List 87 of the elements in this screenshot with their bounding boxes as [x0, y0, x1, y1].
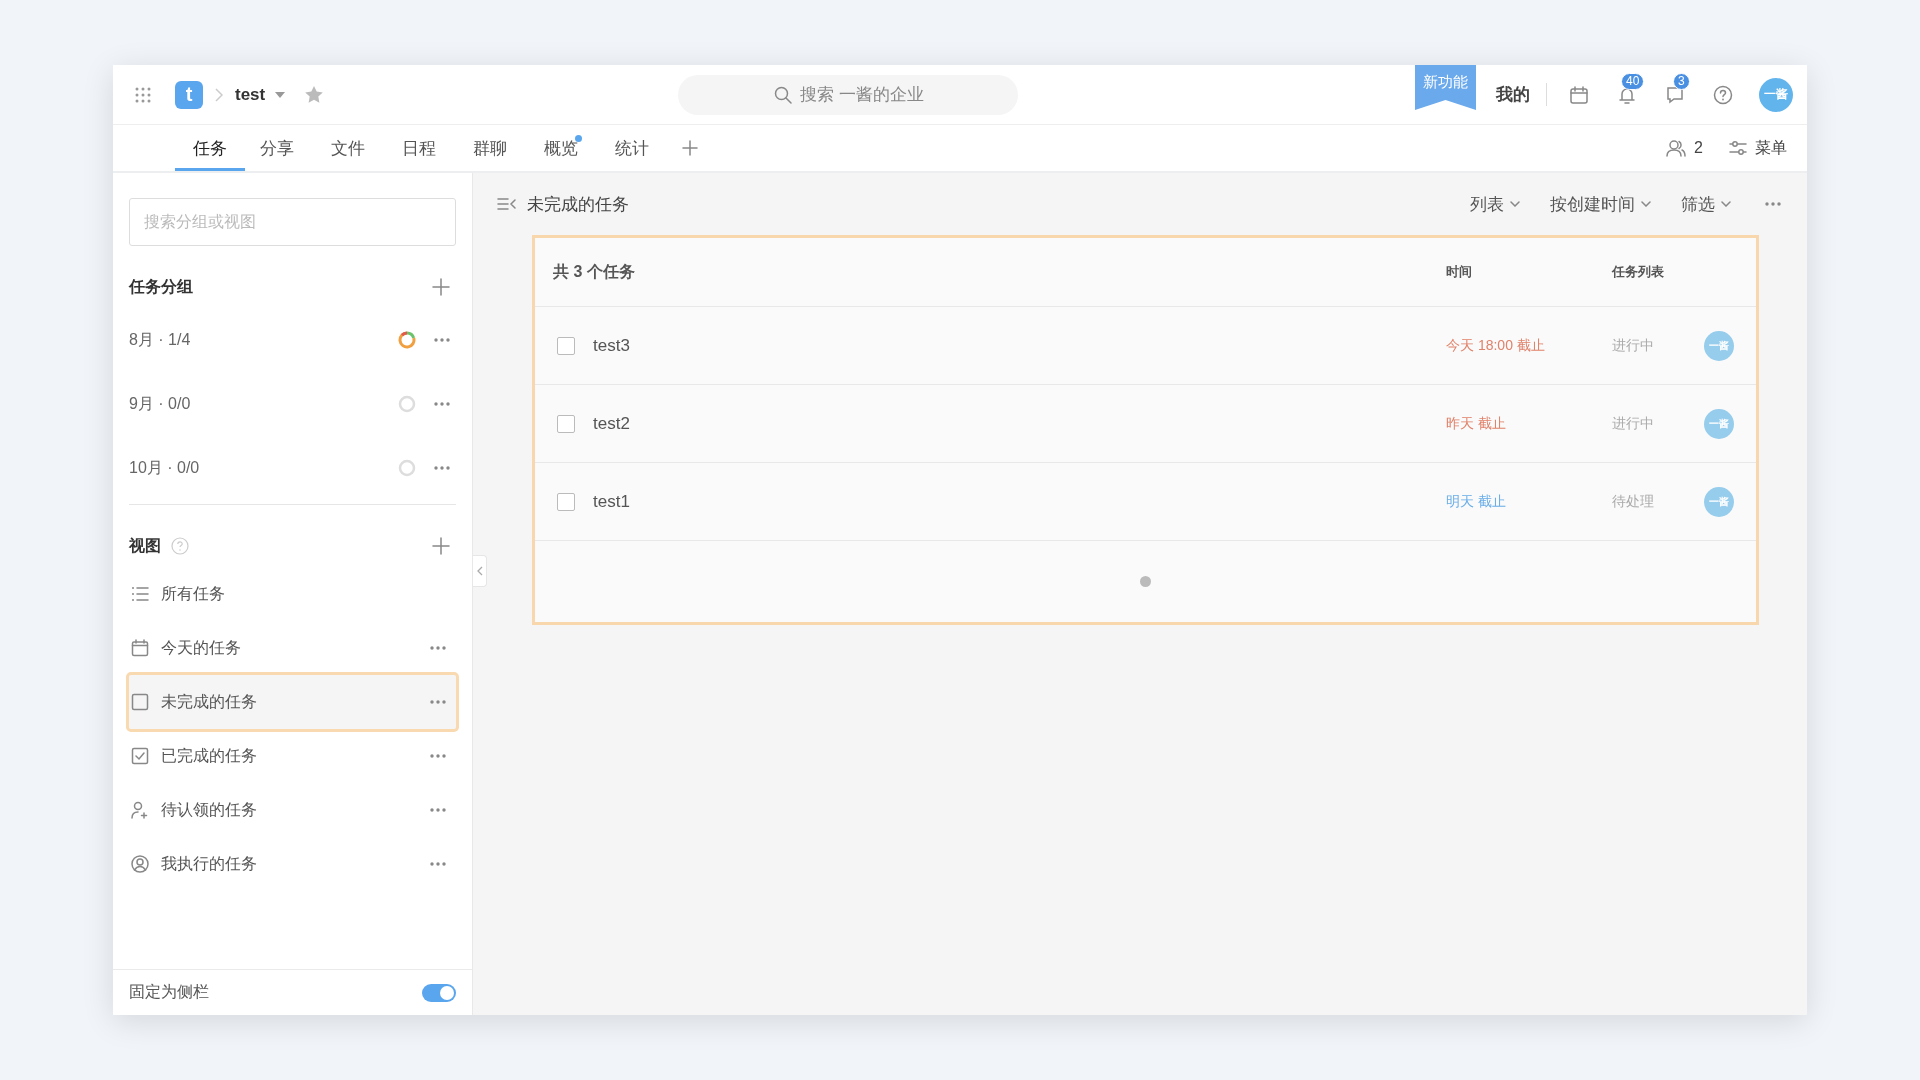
user-add-icon [131, 801, 149, 819]
task-name[interactable]: test2 [593, 413, 630, 434]
member-count: 2 [1694, 139, 1703, 157]
due-date: 明天 截止 [1446, 492, 1506, 509]
task-list-status: 待处理 [1612, 492, 1654, 509]
view-title: 未完成的任务 [527, 193, 629, 216]
checked-box-icon [131, 747, 149, 765]
view-item[interactable]: 未完成的任务 [129, 675, 456, 729]
menu-link[interactable]: 菜单 [1755, 137, 1787, 159]
dropdown-button[interactable]: 按创建时间 [1550, 192, 1651, 216]
due-date: 昨天 截止 [1446, 414, 1506, 431]
members-icon[interactable] [1666, 139, 1687, 157]
list-icon [131, 585, 149, 603]
task-checkbox[interactable] [557, 414, 575, 433]
search-field[interactable]: 搜索分组或视图 [129, 198, 456, 246]
chevron-down-icon [1641, 201, 1651, 207]
task-name[interactable]: test3 [593, 335, 630, 356]
task-list-status: 进行中 [1612, 336, 1654, 353]
calendar-icon [131, 639, 149, 657]
more-icon[interactable] [430, 862, 446, 866]
view-label: 待认领的任务 [161, 799, 257, 820]
view-label: 未完成的任务 [161, 691, 257, 712]
tab[interactable]: 日程 [384, 125, 454, 171]
column-header: 时间 [1446, 264, 1472, 279]
more-icon[interactable] [434, 402, 450, 406]
dropdown-button[interactable]: 筛选 [1681, 192, 1731, 216]
view-item[interactable]: 所有任务 [129, 567, 456, 621]
chevron-down-icon [1510, 201, 1520, 207]
more-icon[interactable] [1765, 202, 1781, 206]
view-label: 今天的任务 [161, 637, 241, 658]
group-label[interactable]: 9月 · 0/0 [129, 393, 191, 415]
more-icon[interactable] [430, 700, 446, 704]
loading-dot [1140, 576, 1151, 587]
add-icon[interactable] [432, 537, 450, 555]
task-checkbox[interactable] [557, 336, 575, 355]
task-count: 共 3 个任务 [553, 261, 635, 282]
tab[interactable]: 统计 [597, 125, 667, 171]
column-header: 任务列表 [1612, 264, 1664, 279]
more-icon[interactable] [434, 466, 450, 470]
caret-down-icon[interactable] [275, 91, 286, 98]
sliders-icon[interactable] [1729, 140, 1747, 156]
chat-icon[interactable] [1665, 84, 1685, 105]
group-label[interactable]: 8月 · 1/4 [129, 329, 191, 351]
tab[interactable]: 群聊 [455, 125, 525, 171]
chevron-left-icon [476, 566, 483, 576]
toggle-switch[interactable] [422, 983, 456, 1002]
chevron-down-icon [1721, 201, 1731, 207]
pin-sidebar-label: 固定为侧栏 [129, 982, 209, 1002]
project-name[interactable]: test [235, 84, 266, 105]
help-icon[interactable] [1713, 84, 1733, 105]
group-label[interactable]: 10月 · 0/0 [129, 457, 200, 479]
collapse-list-icon[interactable] [497, 197, 517, 211]
star-icon[interactable] [305, 86, 324, 103]
view-item[interactable]: 我执行的任务 [129, 837, 456, 891]
tab[interactable]: 概览 [526, 125, 596, 171]
notification-badge: 40 [1621, 72, 1645, 90]
view-label: 已完成的任务 [161, 745, 257, 766]
add-icon[interactable] [432, 278, 450, 296]
more-icon[interactable] [434, 338, 450, 342]
checkbox-icon [131, 693, 149, 711]
add-icon[interactable] [682, 140, 698, 156]
tab[interactable]: 文件 [313, 125, 383, 171]
view-item[interactable]: 待认领的任务 [129, 783, 456, 837]
more-icon[interactable] [430, 808, 446, 812]
section-title: 视图 [129, 535, 161, 556]
more-icon[interactable] [430, 646, 446, 650]
view-label: 我执行的任务 [161, 853, 257, 874]
search-field[interactable]: 搜索 一酱的企业 [678, 74, 1019, 115]
task-name[interactable]: test1 [593, 491, 630, 512]
collapse-handle[interactable] [473, 555, 487, 587]
view-item[interactable]: 已完成的任务 [129, 729, 456, 783]
dropdown-button[interactable]: 列表 [1470, 192, 1520, 216]
tab[interactable]: 分享 [242, 125, 312, 171]
view-item[interactable]: 今天的任务 [129, 621, 456, 675]
tab[interactable]: 任务 [175, 125, 245, 171]
view-label: 所有任务 [161, 583, 225, 604]
section-title: 任务分组 [129, 276, 193, 297]
calendar-icon[interactable] [1569, 84, 1589, 105]
more-icon[interactable] [430, 754, 446, 758]
user-circle-icon [131, 855, 149, 873]
task-list-status: 进行中 [1612, 414, 1654, 431]
apps-grid-icon[interactable] [135, 86, 151, 103]
message-badge: 3 [1673, 72, 1690, 90]
mine-link[interactable]: 我的 [1496, 83, 1547, 106]
task-checkbox[interactable] [557, 492, 575, 511]
due-date: 今天 18:00 截止 [1446, 336, 1545, 353]
chevron-right-icon [215, 87, 223, 102]
